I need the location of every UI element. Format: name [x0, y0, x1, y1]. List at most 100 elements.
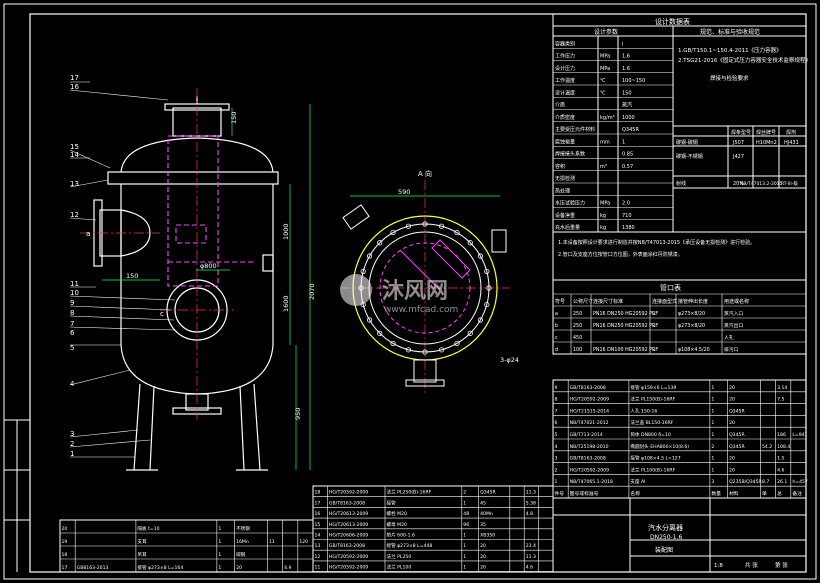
nozzle-cell: b [555, 323, 558, 329]
label-13: 13 [70, 180, 79, 188]
nozzle-header: 符号 [555, 298, 565, 305]
design-row-unit: MPa [600, 66, 610, 72]
bom-cell: 1 [711, 456, 714, 462]
side-label-c: c [160, 310, 164, 318]
bom-cell: 19 [62, 539, 68, 545]
bom-cell: 接管 φ159×6 L=139 [630, 384, 676, 391]
design-row-name: 设备净重 [555, 212, 575, 219]
label-17: 17 [70, 74, 79, 82]
body-flange [107, 171, 279, 185]
label-9: 9 [70, 299, 74, 307]
bom-cell: 11 [269, 539, 275, 545]
nozzle-cell: a [555, 312, 558, 317]
design-row-name: 水压试验压力 [555, 200, 585, 207]
design-row-unit: ℃ [600, 90, 606, 96]
design-row-unit: kg [600, 225, 606, 231]
nozzle-header: 公称尺寸 [573, 298, 593, 305]
design-row-name: 设计温度 [555, 89, 575, 96]
design-row-name: 容积 [555, 163, 565, 170]
bom-cell: 法兰 PL250(B)-16RF [387, 489, 432, 496]
bom-cell: 1 [711, 397, 714, 403]
design-row-value: 1 [622, 139, 625, 145]
nozzle-cell: c [555, 336, 558, 341]
standard-1: 1.GB/T150.1~150.4-2011《压力容器》 [678, 46, 782, 54]
design-row-name: 主要受压元件材料 [555, 126, 595, 133]
dim-width: 590 [398, 188, 410, 196]
bom-cell: 186 [777, 432, 786, 438]
nozzle-header: 连接尺寸标准 [593, 298, 623, 305]
bom-cell: 1 [218, 565, 221, 571]
bom-right: 9 GB/T8163-2008 接管 φ159×6 L=139 1 20 3.14 8 HG/… [552, 379, 808, 499]
weld-row-1-c3: HJ431 [784, 140, 799, 146]
bom-cell: 6 [555, 420, 558, 426]
design-row-unit: kg [600, 213, 606, 219]
bom-cell: 20 [729, 397, 735, 403]
bom-cell: HG/T20592-2009 [570, 397, 609, 403]
title-name: 汽水分离器 [648, 523, 683, 532]
bom-cell: HG/T21515-2014 [570, 408, 609, 414]
bom-header: 总 [777, 490, 782, 497]
bom-header: 备注 [792, 490, 802, 497]
bom-cell: 垫片 600-1.6 [387, 532, 415, 539]
design-row-value: 蒸汽 [622, 102, 632, 109]
bom-cell: 支座 AI [630, 478, 645, 485]
bom-cell: 筒体 DN800 δ=10 [630, 431, 670, 438]
bom-cell: 11.3 [526, 554, 536, 560]
weld-row-1-c1: J507 [732, 140, 744, 146]
bom-cell: NB/T47021-2012 [570, 420, 609, 426]
design-row-unit: kg/m³ [600, 115, 615, 121]
design-row-value: I [622, 41, 623, 47]
design-row-name: 无损检测 [555, 175, 575, 182]
ndt-method: 射线 [676, 180, 686, 187]
bom-cell: 法兰 PL100 [387, 564, 412, 571]
design-row-unit: ℃ [600, 78, 606, 84]
bom-cell: 1 [711, 467, 714, 473]
watermark: 沐风网 www.mfcad.com [340, 274, 458, 315]
bom-cell: 2 [463, 490, 466, 496]
bom-cell: 11.3 [526, 490, 536, 496]
bom-cell: HG/T20606-2009 [329, 533, 368, 539]
bom-cell: 4.8 [526, 511, 533, 517]
bom-cell: 20 [729, 420, 735, 426]
design-row-name: 介质 [555, 102, 565, 109]
bom-cell: 4.6 [526, 565, 533, 571]
label-11: 11 [70, 280, 79, 288]
nozzle-cell: RF [652, 347, 658, 353]
bom-cell: 48 [463, 511, 469, 517]
bom-cell: NB/T47065.1-2018 [570, 479, 613, 485]
dim-d2: 1600 [282, 295, 290, 312]
note-2: 2.管口及支座方位按管口方位图，外表面涂红丹防锈漆。 [558, 251, 683, 258]
bom-cell: 17 [62, 565, 68, 571]
bom-cell: 18 [315, 490, 321, 496]
design-row-value: 100~150 [622, 78, 645, 84]
bom-cell: 8.7 [762, 479, 769, 485]
bom-cell: 7.5 [777, 397, 784, 403]
bom-cell: 1 [711, 432, 714, 438]
bom-cell: 5 [555, 432, 558, 438]
nozzle-cell: 250 [573, 311, 582, 317]
watermark-brand: 沐风网 [382, 279, 448, 304]
bom-cell: GB/T8163-2008 [570, 385, 606, 391]
design-row-unit: MPa [600, 201, 610, 207]
nozzle-cell: φ273×8/20 [678, 311, 705, 317]
design-row-name: 热处理 [555, 187, 570, 194]
bom-cell: Q345R [480, 490, 496, 496]
bom-cell: 9 [555, 385, 558, 391]
label-8: 8 [70, 309, 74, 317]
weld-head-2: 焊丝牌号 [756, 129, 776, 136]
cad-drawing: 150 1000 1600 2070 950 150 590 φ800 3-φ2… [3, 3, 817, 580]
nozzle-cell: 250 [573, 323, 582, 329]
weld-head-3: 焊剂 [786, 129, 796, 136]
design-row-unit: MPa [600, 54, 610, 60]
bom-cell: 20 [480, 565, 486, 571]
nozzle-cell: φ108×4.5/20 [678, 347, 710, 353]
bom-cell: 108.4 [777, 444, 790, 450]
nozzle-cell: PN16 DN250 HG20592 PL [593, 323, 655, 329]
bom-cell: HG/T20592-2009 [329, 554, 368, 560]
label-3: 3 [70, 430, 74, 438]
bom-lower: 18 HG/T20592-2009 法兰 PL250(B)-16RF 2 Q345R 11… [59, 485, 554, 573]
dim-d1: 1000 [282, 223, 290, 240]
design-table-title: 设计数据表 [655, 17, 690, 26]
bom-cell: 3.14 [777, 385, 787, 391]
side-label-a: a [86, 230, 90, 238]
